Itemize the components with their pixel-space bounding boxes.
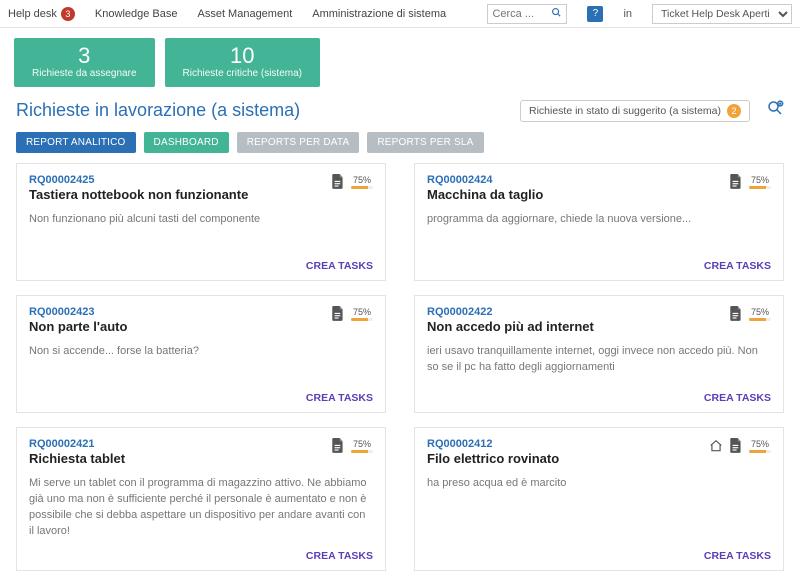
report-tabs: REPORT ANALITICO DASHBOARD REPORTS PER D… [0, 126, 800, 163]
card-metrics: 75% [331, 438, 373, 454]
request-description: programma da aggiornare, chiede la nuova… [427, 212, 771, 250]
request-id-link[interactable]: RQ00002421 [29, 438, 325, 450]
create-tasks-link[interactable]: CREA TASKS [704, 550, 771, 562]
request-description: Non funzionano più alcuni tasti del comp… [29, 212, 373, 250]
summary-row: 3 Richieste da assegnare 10 Richieste cr… [0, 28, 800, 95]
tab-reports-per-sla[interactable]: REPORTS PER SLA [367, 132, 483, 153]
search-scope-select[interactable]: Ticket Help Desk Aperti [652, 4, 792, 24]
card-metrics: 75% [729, 174, 771, 190]
request-card: RQ00002422Non accedo più ad internet 75% i… [414, 295, 784, 413]
nav-label: Knowledge Base [95, 8, 178, 20]
request-title: Tastiera nottebook non funzionante [29, 187, 325, 202]
request-description: Mi serve un tablet con il programma di m… [29, 476, 373, 540]
section-title: Richieste in lavorazione (a sistema) [16, 100, 510, 121]
progress-indicator: 75% [749, 439, 771, 453]
progress-value: 75% [353, 175, 371, 185]
request-description: Non si accende... forse la batteria? [29, 344, 373, 382]
create-tasks-link[interactable]: CREA TASKS [306, 392, 373, 404]
progress-indicator: 75% [351, 439, 373, 453]
request-card: RQ00002425Tastiera nottebook non funzion… [16, 163, 386, 281]
help-button[interactable]: ? [587, 6, 603, 22]
cards-grid: RQ00002425Tastiera nottebook non funzion… [0, 163, 800, 587]
request-card: RQ00002421Richiesta tablet 75% Mi serve un… [16, 427, 386, 571]
request-card: RQ00002412Filo elettrico rovinato 75% ha p… [414, 427, 784, 571]
request-title: Filo elettrico rovinato [427, 451, 703, 466]
request-title: Non parte l'auto [29, 319, 325, 334]
progress-value: 75% [751, 307, 769, 317]
progress-value: 75% [751, 439, 769, 449]
nav-knowledge-base[interactable]: Knowledge Base [95, 8, 178, 20]
search-input[interactable] [492, 8, 542, 20]
request-description: ha preso acqua ed è marcito [427, 476, 771, 540]
request-id-link[interactable]: RQ00002425 [29, 174, 325, 186]
tile-label: Richieste critiche (sistema) [183, 68, 302, 79]
in-label: in [623, 8, 632, 20]
document-icon[interactable] [729, 306, 743, 322]
nav-asset-management[interactable]: Asset Management [197, 8, 292, 20]
progress-indicator: 75% [749, 307, 771, 321]
card-metrics: 75% [729, 306, 771, 322]
request-id-link[interactable]: RQ00002412 [427, 438, 703, 450]
document-icon[interactable] [729, 174, 743, 190]
tab-dashboard[interactable]: DASHBOARD [144, 132, 229, 153]
user-search-icon[interactable] [766, 99, 784, 122]
progress-value: 75% [751, 175, 769, 185]
suggested-label: Richieste in stato di suggerito (a siste… [529, 105, 721, 117]
request-card: RQ00002423Non parte l'auto 75% Non si acce… [16, 295, 386, 413]
tile-critical[interactable]: 10 Richieste critiche (sistema) [165, 38, 320, 87]
search-input-wrap[interactable] [487, 4, 567, 24]
create-tasks-link[interactable]: CREA TASKS [704, 260, 771, 272]
request-card: RQ00002424Macchina da taglio 75% programma… [414, 163, 784, 281]
progress-value: 75% [353, 307, 371, 317]
nav-system-admin[interactable]: Amministrazione di sistema [312, 8, 446, 20]
card-metrics: 75% [331, 174, 373, 190]
progress-indicator: 75% [351, 307, 373, 321]
tab-reports-per-data[interactable]: REPORTS PER DATA [237, 132, 360, 153]
document-icon[interactable] [331, 174, 345, 190]
progress-indicator: 75% [749, 175, 771, 189]
request-id-link[interactable]: RQ00002422 [427, 306, 723, 318]
request-id-link[interactable]: RQ00002423 [29, 306, 325, 318]
progress-value: 75% [353, 439, 371, 449]
document-icon[interactable] [729, 438, 743, 454]
card-metrics: 75% [331, 306, 373, 322]
create-tasks-link[interactable]: CREA TASKS [306, 260, 373, 272]
nav-helpdesk[interactable]: Help desk 3 [8, 7, 75, 21]
progress-indicator: 75% [351, 175, 373, 189]
document-icon[interactable] [331, 438, 345, 454]
tile-value: 3 [32, 44, 137, 68]
suggested-count: 2 [727, 104, 741, 118]
request-description: ieri usavo tranquillamente internet, ogg… [427, 344, 771, 382]
tile-label: Richieste da assegnare [32, 68, 137, 79]
nav-badge: 3 [61, 7, 75, 21]
nav-label: Help desk [8, 8, 57, 20]
search-icon[interactable] [551, 7, 562, 21]
tile-to-assign[interactable]: 3 Richieste da assegnare [14, 38, 155, 87]
top-nav: Help desk 3 Knowledge Base Asset Managem… [0, 0, 800, 28]
suggested-requests-button[interactable]: Richieste in stato di suggerito (a siste… [520, 100, 750, 122]
create-tasks-link[interactable]: CREA TASKS [704, 392, 771, 404]
nav-label: Amministrazione di sistema [312, 8, 446, 20]
section-header: Richieste in lavorazione (a sistema) Ric… [0, 95, 800, 126]
card-metrics: 75% [709, 438, 771, 454]
request-title: Macchina da taglio [427, 187, 723, 202]
create-tasks-link[interactable]: CREA TASKS [306, 550, 373, 562]
tile-value: 10 [183, 44, 302, 68]
nav-label: Asset Management [197, 8, 292, 20]
request-title: Richiesta tablet [29, 451, 325, 466]
request-title: Non accedo più ad internet [427, 319, 723, 334]
document-icon[interactable] [331, 306, 345, 322]
home-icon[interactable] [709, 439, 723, 453]
request-id-link[interactable]: RQ00002424 [427, 174, 723, 186]
tab-report-analitico[interactable]: REPORT ANALITICO [16, 132, 136, 153]
